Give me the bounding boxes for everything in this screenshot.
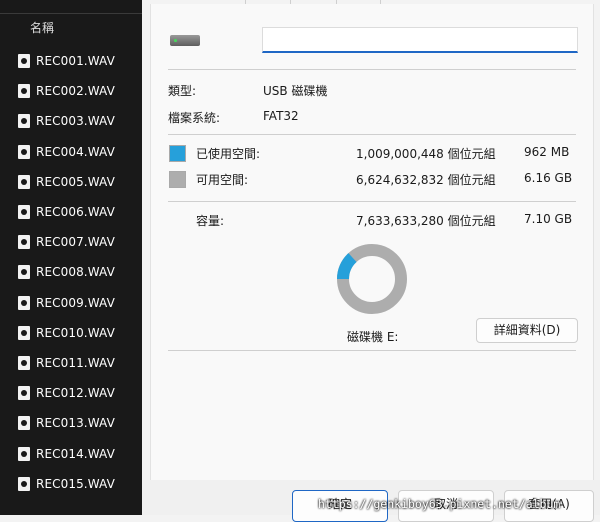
audio-file-icon [18,114,30,129]
file-list-item[interactable]: REC002.WAV [0,77,142,105]
file-list-item[interactable]: REC015.WAV [0,470,142,498]
file-list-item[interactable]: REC013.WAV [0,409,142,437]
file-list-item[interactable]: REC011.WAV [0,349,142,377]
usb-drive-icon [170,35,200,46]
file-name: REC005.WAV [36,174,115,189]
audio-file-icon [18,356,30,370]
audio-file-icon [18,386,30,401]
capacity-label: 容量: [196,214,225,228]
file-name: REC010.WAV [36,325,115,340]
file-name: REC002.WAV [36,84,115,99]
file-name: REC009.WAV [36,295,115,310]
type-value: USB 磁碟機 [263,84,328,98]
free-space-swatch [169,171,186,188]
file-list-item[interactable]: REC010.WAV [0,319,142,347]
drive-letter-label: 磁碟機 E: [347,330,399,344]
filesystem-label: 檔案系統: [168,111,221,125]
file-explorer-panel: 名稱 REC001.WAV REC002.WAV REC003.WAV REC004.… [0,0,142,515]
divider [168,134,576,135]
type-label: 類型: [168,84,197,98]
file-name: REC013.WAV [36,416,115,431]
audio-file-icon [18,235,30,250]
capacity-size: 7.10 GB [524,212,573,226]
file-name: REC014.WAV [36,446,115,461]
audio-file-icon [18,476,30,491]
file-list-item[interactable]: REC001.WAV [0,47,142,75]
divider [168,69,576,70]
file-name: REC006.WAV [36,205,115,219]
watermark-text: https://genkiboy63.pixnet.net/album [318,497,561,511]
file-name: REC015.WAV [36,476,115,491]
audio-file-icon [18,54,30,68]
drive-led-icon [174,39,177,42]
file-name: REC001.WAV [36,54,115,68]
audio-file-icon [18,265,30,280]
divider [168,350,576,351]
audio-file-icon [18,416,30,431]
file-name: REC012.WAV [36,386,115,401]
file-name: REC008.WAV [36,265,115,280]
filesystem-value: FAT32 [263,109,299,123]
file-list-item[interactable]: REC012.WAV [0,379,142,407]
audio-file-icon [18,174,30,189]
file-list-item[interactable]: REC005.WAV [0,168,142,196]
column-header-name[interactable]: 名稱 [30,19,54,36]
file-list-item[interactable]: REC014.WAV [0,440,142,468]
file-name: REC011.WAV [36,356,115,370]
file-name: REC004.WAV [36,144,115,159]
used-space-label: 已使用空間: [196,147,261,161]
used-space-bytes: 1,009,000,448 個位元組 [356,147,496,161]
file-list-item[interactable]: REC007.WAV [0,228,142,256]
free-space-bytes: 6,624,632,832 個位元組 [356,173,496,187]
used-space-swatch [169,145,186,162]
file-list-item[interactable]: REC009.WAV [0,289,142,317]
file-list-item[interactable]: REC003.WAV [0,107,142,135]
drive-name-input[interactable] [262,27,578,53]
file-list-item[interactable]: REC006.WAV [0,198,142,226]
audio-file-icon [18,295,30,310]
capacity-bytes: 7,633,633,280 個位元組 [356,214,496,228]
details-button[interactable]: 詳細資料(D) [476,318,578,343]
usage-donut-chart [337,244,407,314]
audio-file-icon [18,144,30,159]
file-list-item[interactable]: REC004.WAV [0,138,142,166]
audio-file-icon [18,205,30,219]
header-divider [0,13,142,14]
free-space-label: 可用空間: [196,173,249,187]
file-list-item[interactable]: REC008.WAV [0,258,142,286]
free-space-size: 6.16 GB [524,171,573,185]
audio-file-icon [18,446,30,461]
file-name: REC003.WAV [36,114,115,129]
audio-file-icon [18,325,30,340]
audio-file-icon [18,84,30,99]
file-name: REC007.WAV [36,235,115,250]
divider [168,201,576,202]
used-space-size: 962 MB [524,145,570,159]
